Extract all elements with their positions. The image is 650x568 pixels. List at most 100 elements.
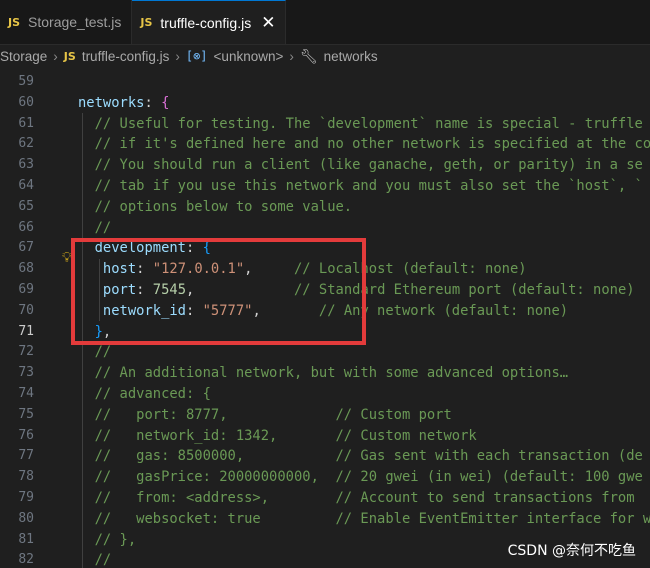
line-number: 62 (18, 136, 34, 152)
code-line[interactable]: 66 // (0, 218, 650, 239)
line-number: 77 (18, 448, 34, 464)
code-text: // if it's defined here and no other net… (78, 134, 650, 155)
code-line[interactable]: 72 // (0, 342, 650, 363)
line-number: 69 (18, 282, 34, 297)
code-token: // advanced: { (78, 386, 211, 402)
code-line[interactable]: 60 networks: { (0, 93, 650, 114)
code-text: // port: 8777, // Custom port (78, 405, 452, 426)
tab-label: truffle-config.js (160, 14, 252, 31)
code-text: // from: <address>, // Account to send t… (78, 488, 635, 509)
line-number: 70 (18, 302, 34, 318)
line-number: 82 (18, 552, 34, 568)
code-token: // An additional network, but with some … (78, 365, 569, 382)
code-text: // (78, 218, 112, 239)
highlight-box (71, 238, 366, 345)
code-text: // Useful for testing. The `development`… (78, 114, 643, 135)
line-number: 63 (18, 157, 34, 173)
code-line[interactable]: 62 // if it's defined here and no other … (0, 134, 650, 155)
line-number: 78 (18, 469, 34, 485)
line-number: 65 (18, 198, 34, 214)
tab-label: Storage_test.js (28, 14, 122, 30)
code-token: // You should run a client (like ganache… (78, 157, 643, 174)
line-number: 74 (18, 386, 34, 401)
code-token: // (78, 344, 112, 361)
line-number: 64 (18, 178, 34, 193)
code-line[interactable]: 79 // from: <address>, // Account to sen… (0, 488, 650, 509)
line-number: 67 (18, 240, 34, 256)
code-token: // options below to some value. (78, 198, 353, 215)
code-token: // (78, 219, 112, 236)
code-token: networks (78, 94, 145, 111)
code-token: // }, (78, 531, 137, 548)
code-text: // (78, 342, 112, 363)
line-number: 75 (18, 406, 34, 422)
code-line[interactable]: 75 // port: 8777, // Custom port (0, 405, 650, 426)
line-number: 80 (18, 510, 34, 526)
tab-truffle-config[interactable]: JS truffle-config.js ✕ (132, 0, 287, 44)
tab-storage-test[interactable]: JS Storage_test.js (0, 0, 133, 44)
code-text: // An additional network, but with some … (78, 363, 568, 384)
chevron-right-icon: › (289, 48, 294, 64)
code-token: // if it's defined here and no other net… (78, 136, 650, 153)
symbol-variable-icon: [⊗] (185, 49, 208, 63)
line-number: 59 (18, 74, 34, 89)
code-token: // gasPrice: 20000000000, // 20 gwei (in… (78, 469, 643, 486)
breadcrumb-symbol[interactable]: <unknown> (214, 49, 284, 64)
code-line[interactable]: 59 (0, 72, 650, 93)
breadcrumb-property[interactable]: networks (324, 49, 378, 64)
watermark: CSDN @奈何不吃鱼 (507, 543, 636, 559)
code-line[interactable]: 73 // An additional network, but with so… (0, 363, 650, 384)
code-token: // tab if you use this network and you m… (78, 178, 643, 194)
code-text: // gas: 8500000, // Gas sent with each t… (78, 446, 643, 467)
code-text: networks: { (78, 93, 169, 114)
code-line[interactable]: 65 // options below to some value. (0, 197, 650, 218)
line-number: 72 (18, 344, 34, 360)
javascript-file-icon: JS (63, 49, 76, 63)
code-line[interactable]: 61 // Useful for testing. The `developme… (0, 114, 650, 135)
code-text: // options below to some value. (78, 197, 353, 218)
code-line[interactable]: 76 // network_id: 1342, // Custom networ… (0, 426, 650, 447)
javascript-file-icon: JS (140, 16, 153, 29)
code-text: // You should run a client (like ganache… (78, 155, 643, 176)
code-line[interactable]: 80 // websocket: true // Enable EventEmi… (0, 509, 650, 530)
chevron-right-icon: › (53, 48, 58, 64)
line-number: 79 (18, 490, 34, 505)
line-number: 76 (18, 427, 34, 443)
code-token: // websocket: true // Enable EventEmitte… (78, 510, 650, 527)
code-text: // (78, 550, 112, 568)
code-line[interactable]: 78 // gasPrice: 20000000000, // 20 gwei … (0, 467, 650, 488)
close-icon[interactable]: ✕ (261, 13, 275, 33)
code-token: { (161, 94, 170, 111)
breadcrumb: Storage › JS truffle-config.js › [⊗] <un… (0, 45, 650, 67)
code-text: // websocket: true // Enable EventEmitte… (78, 509, 650, 530)
code-text: // tab if you use this network and you m… (78, 176, 643, 197)
code-token: : (144, 94, 162, 111)
code-text: // advanced: { (78, 384, 211, 405)
line-number: 73 (18, 365, 34, 381)
code-text: // gasPrice: 20000000000, // 20 gwei (in… (78, 467, 643, 488)
code-line[interactable]: 63 // You should run a client (like gana… (0, 155, 650, 176)
line-number: 71 (18, 323, 34, 339)
chevron-right-icon: › (175, 48, 180, 64)
line-number: 66 (18, 219, 34, 235)
tab-bar: JS Storage_test.js JS truffle-config.js … (0, 0, 650, 45)
code-line[interactable]: 77 // gas: 8500000, // Gas sent with eac… (0, 446, 650, 467)
code-line[interactable]: 64 // tab if you use this network and yo… (0, 176, 650, 197)
breadcrumb-file[interactable]: truffle-config.js (82, 49, 170, 64)
line-number: 61 (18, 115, 34, 131)
code-text: // }, (78, 530, 137, 551)
code-token: // port: 8777, // Custom port (78, 406, 452, 423)
javascript-file-icon: JS (8, 15, 21, 29)
code-token: // from: <address>, // Account to send t… (78, 490, 635, 506)
code-token: // Useful for testing. The `development`… (78, 115, 643, 132)
breadcrumb-folder[interactable]: Storage (0, 49, 47, 64)
code-line[interactable]: 74 // advanced: { (0, 384, 650, 405)
code-token: // gas: 8500000, // Gas sent with each t… (78, 448, 643, 465)
wrench-icon: 🔧︎ (299, 47, 318, 64)
line-number: 60 (18, 94, 34, 110)
code-text: // network_id: 1342, // Custom network (78, 426, 477, 447)
line-number: 81 (18, 531, 34, 547)
line-number: 68 (18, 261, 34, 277)
code-token: // (78, 552, 112, 568)
code-token: // network_id: 1342, // Custom network (78, 427, 477, 444)
